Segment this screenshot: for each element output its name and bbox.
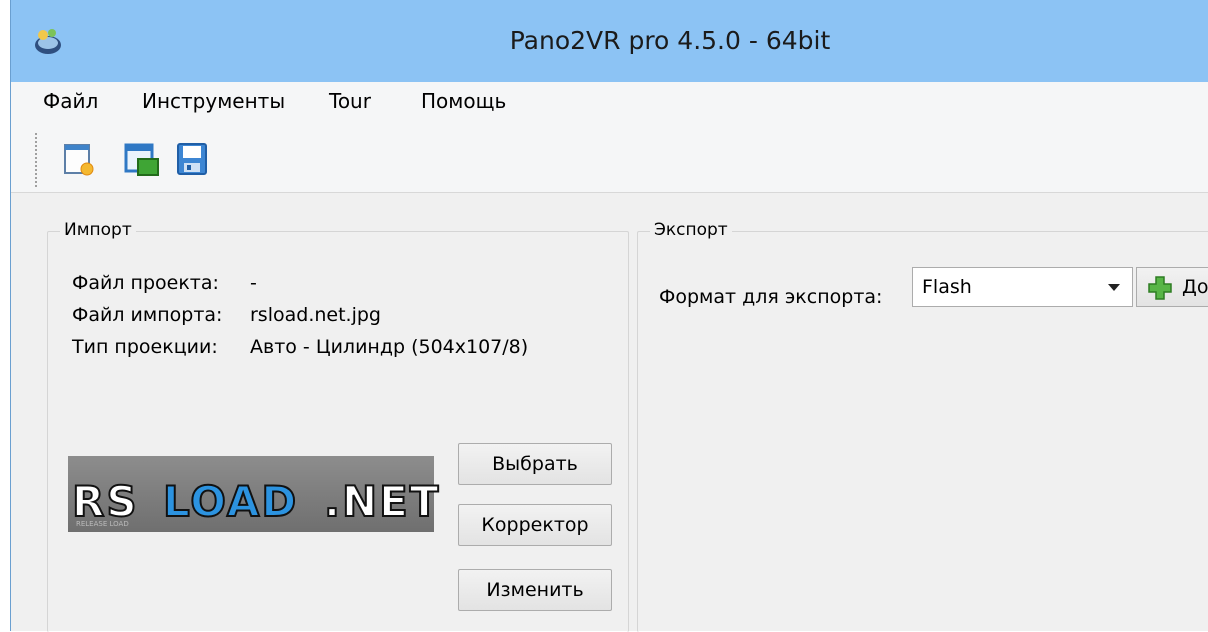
project-file-row: Файл проекта: - bbox=[72, 272, 257, 294]
window-title: Pano2VR pro 4.5.0 - 64bit bbox=[509, 26, 831, 55]
logo-tagline: RELEASE LOAD bbox=[76, 520, 129, 528]
projection-row: Тип проекции: Авто - Цилиндр (504x107/8) bbox=[72, 336, 528, 358]
menu-file[interactable]: Файл bbox=[43, 89, 98, 113]
title-bar[interactable]: Pano2VR pro 4.5.0 - 64bit bbox=[11, 0, 1208, 82]
export-group-title: Экспорт bbox=[650, 220, 732, 240]
menu-bar: Файл Инструменты Tour Помощь bbox=[11, 82, 1208, 122]
dropdown-arrow-icon[interactable] bbox=[1108, 284, 1120, 291]
select-button[interactable]: Выбрать bbox=[458, 443, 612, 485]
import-file-label: Файл импорта: bbox=[72, 304, 223, 326]
app-window: Pano2VR pro 4.5.0 - 64bit Файл Инструмен… bbox=[10, 0, 1208, 632]
toolbar bbox=[11, 122, 1208, 193]
save-icon[interactable] bbox=[173, 137, 213, 179]
import-group-title: Импорт bbox=[60, 220, 136, 240]
toolbar-grip[interactable] bbox=[34, 132, 38, 187]
add-export-label: До bbox=[1182, 276, 1208, 298]
corrector-button[interactable]: Корректор bbox=[458, 504, 612, 546]
import-group: Импорт Файл проекта: - Файл импорта: rsl… bbox=[47, 220, 629, 632]
menu-tools[interactable]: Инструменты bbox=[142, 89, 285, 113]
import-file-value: rsload.net.jpg bbox=[250, 304, 381, 326]
export-format-label: Формат для экспорта: bbox=[659, 286, 883, 308]
logo-text-rs: RS bbox=[71, 476, 139, 527]
add-export-button[interactable]: До bbox=[1136, 267, 1208, 307]
logo-text-load: LOAD bbox=[162, 476, 299, 527]
projection-label: Тип проекции: bbox=[72, 336, 218, 358]
project-file-label: Файл проекта: bbox=[72, 272, 219, 294]
change-button[interactable]: Изменить bbox=[458, 569, 612, 611]
projection-value: Авто - Цилиндр (504x107/8) bbox=[250, 336, 529, 358]
logo-text-net: .NET bbox=[323, 476, 441, 527]
project-file-value: - bbox=[250, 272, 257, 294]
main-content: Импорт Файл проекта: - Файл импорта: rsl… bbox=[11, 193, 1208, 632]
export-format-select[interactable]: Flash bbox=[912, 267, 1133, 307]
import-file-row: Файл импорта: rsload.net.jpg bbox=[72, 304, 381, 326]
import-preview-image: RS LOAD .NET RELEASE LOAD bbox=[68, 456, 439, 532]
menu-help[interactable]: Помощь bbox=[421, 89, 506, 113]
menu-tour[interactable]: Tour bbox=[329, 89, 371, 113]
new-project-icon[interactable] bbox=[59, 137, 99, 179]
add-plus-icon bbox=[1148, 276, 1172, 300]
export-format-value: Flash bbox=[922, 276, 972, 298]
open-project-icon[interactable] bbox=[121, 137, 161, 179]
